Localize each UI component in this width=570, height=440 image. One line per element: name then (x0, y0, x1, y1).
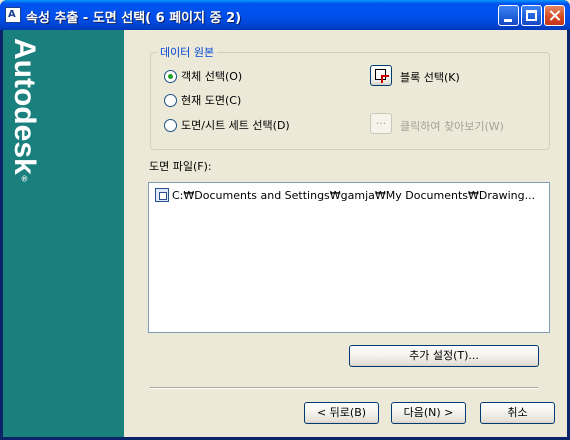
drawing-file-icon (155, 188, 169, 202)
radio-button[interactable] (164, 93, 177, 107)
radio-button-checked[interactable] (164, 69, 177, 83)
window-title: 속성 추출 - 도면 선택( 6 페이지 중 2) (26, 11, 242, 26)
radio-label: 현재 도면(C) (181, 94, 242, 107)
radio-select-drawings[interactable]: 도면/시트 세트 선택(D) (164, 117, 290, 133)
brand-panel: Autodesk® (3, 30, 124, 437)
cancel-button[interactable]: 취소 (480, 402, 555, 424)
close-button[interactable] (544, 5, 565, 26)
browse-label: 클릭하여 찾아보기(W) (400, 120, 504, 133)
pick-objects-icon (375, 69, 389, 83)
app-icon: A (5, 7, 21, 23)
radio-select-objects[interactable]: 객체 선택(O) (164, 68, 242, 84)
radio-button[interactable] (164, 118, 177, 132)
select-objects-label: 블록 선택(K) (400, 71, 460, 84)
drawing-files-list[interactable]: C:₩Documents and Settings₩gamja₩My Docum… (148, 182, 550, 333)
title-bar[interactable]: A 속성 추출 - 도면 선택( 6 페이지 중 2) (0, 0, 570, 30)
separator (150, 387, 538, 389)
radio-current-drawing[interactable]: 현재 도면(C) (164, 92, 241, 108)
data-source-legend: 데이터 원본 (157, 44, 218, 60)
drawing-files-label: 도면 파일(F): (149, 160, 212, 173)
radio-label: 도면/시트 세트 선택(D) (181, 119, 290, 132)
maximize-button[interactable] (521, 5, 542, 26)
next-button[interactable]: 다음(N) > (391, 402, 466, 424)
list-item[interactable]: C:₩Documents and Settings₩gamja₩My Docum… (155, 187, 535, 203)
dialog-client-area: Autodesk® 데이터 원본 객체 선택(O) 현재 도면(C) 도면/시트… (3, 30, 567, 437)
maximize-icon (526, 10, 537, 21)
browse-button[interactable]: ... (370, 113, 392, 134)
autodesk-logo: Autodesk® (8, 38, 41, 184)
attribute-extraction-window: A 속성 추출 - 도면 선택( 6 페이지 중 2) Autodesk® 데이… (0, 0, 570, 440)
additional-settings-button[interactable]: 추가 설정(T)... (349, 345, 539, 367)
select-objects-button[interactable] (370, 65, 392, 86)
radio-label: 객체 선택(O) (181, 70, 243, 83)
back-button[interactable]: < 뒤로(B) (304, 402, 379, 424)
minimize-button[interactable] (498, 5, 519, 26)
minimize-icon (504, 19, 512, 22)
list-item-path: C:₩Documents and Settings₩gamja₩My Docum… (172, 188, 536, 202)
